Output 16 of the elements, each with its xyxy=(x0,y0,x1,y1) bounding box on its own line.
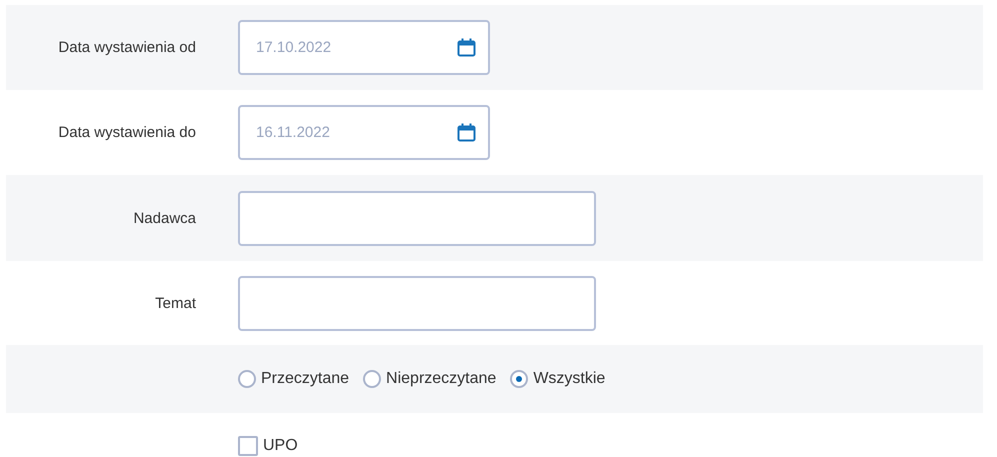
field-label: Data wystawienia od xyxy=(58,39,196,56)
checkbox-label[interactable]: UPO xyxy=(263,437,298,455)
input-field[interactable] xyxy=(238,276,596,330)
checkbox[interactable] xyxy=(238,436,258,456)
input-field[interactable] xyxy=(238,190,596,246)
radio-button[interactable] xyxy=(363,370,382,388)
radio-button[interactable] xyxy=(238,370,256,388)
radio-label[interactable]: Przeczytane xyxy=(261,370,350,388)
radio-button[interactable] xyxy=(510,370,528,388)
radio-label[interactable]: Wszystkie xyxy=(533,370,606,388)
field-label: Data wystawienia do xyxy=(58,124,196,141)
calendar-icon[interactable] xyxy=(457,38,476,57)
radio-label[interactable]: Nieprzeczytane xyxy=(386,370,496,388)
field-label: Temat xyxy=(155,294,196,312)
field-label: Nadawca xyxy=(133,210,196,226)
calendar-icon[interactable] xyxy=(457,123,476,142)
